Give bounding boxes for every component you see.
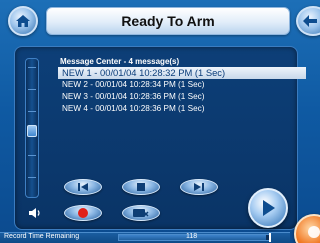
delete-message-icon bbox=[133, 209, 149, 217]
skip-next-icon bbox=[194, 183, 204, 191]
home-button[interactable] bbox=[8, 6, 38, 36]
message-center-header: Message Center - 4 message(s) bbox=[60, 57, 180, 66]
previous-button[interactable] bbox=[64, 179, 102, 195]
volume-tick bbox=[28, 177, 36, 178]
record-time-value: 118 bbox=[186, 233, 198, 240]
volume-tick bbox=[28, 89, 36, 90]
message-item-3[interactable]: NEW 3 - 00/01/04 10:28:36 PM (1 Sec) bbox=[58, 91, 306, 103]
record-icon bbox=[78, 208, 88, 218]
play-icon bbox=[263, 200, 275, 216]
message-item-1[interactable]: NEW 1 - 00/01/04 10:28:32 PM (1 Sec) bbox=[58, 67, 306, 79]
page-title: Ready To Arm bbox=[121, 13, 215, 29]
message-item-4[interactable]: NEW 4 - 00/01/04 10:28:36 PM (1 Sec) bbox=[58, 103, 306, 115]
volume-tick bbox=[28, 67, 36, 68]
stop-button[interactable] bbox=[122, 179, 160, 195]
skip-previous-icon bbox=[78, 183, 88, 191]
home-icon bbox=[16, 15, 30, 27]
volume-slider-thumb[interactable] bbox=[27, 125, 37, 137]
record-time-label: Record Time Remaining bbox=[4, 233, 80, 240]
stop-icon bbox=[137, 183, 145, 191]
delete-message-button[interactable] bbox=[122, 205, 160, 221]
volume-tick bbox=[28, 155, 36, 156]
message-list: NEW 1 - 00/01/04 10:28:32 PM (1 Sec) NEW… bbox=[58, 67, 306, 115]
back-arrow-icon bbox=[303, 15, 317, 27]
volume-slider[interactable] bbox=[25, 58, 39, 198]
record-time-marker bbox=[269, 233, 271, 242]
play-button[interactable] bbox=[248, 188, 288, 228]
message-item-2[interactable]: NEW 2 - 00/01/04 10:28:34 PM (1 Sec) bbox=[58, 79, 306, 91]
title-bar: Ready To Arm bbox=[46, 7, 290, 35]
speaker-icon bbox=[29, 208, 40, 218]
record-button[interactable] bbox=[64, 205, 102, 221]
volume-tick bbox=[28, 111, 36, 112]
next-button[interactable] bbox=[180, 179, 218, 195]
back-button[interactable] bbox=[296, 6, 320, 36]
